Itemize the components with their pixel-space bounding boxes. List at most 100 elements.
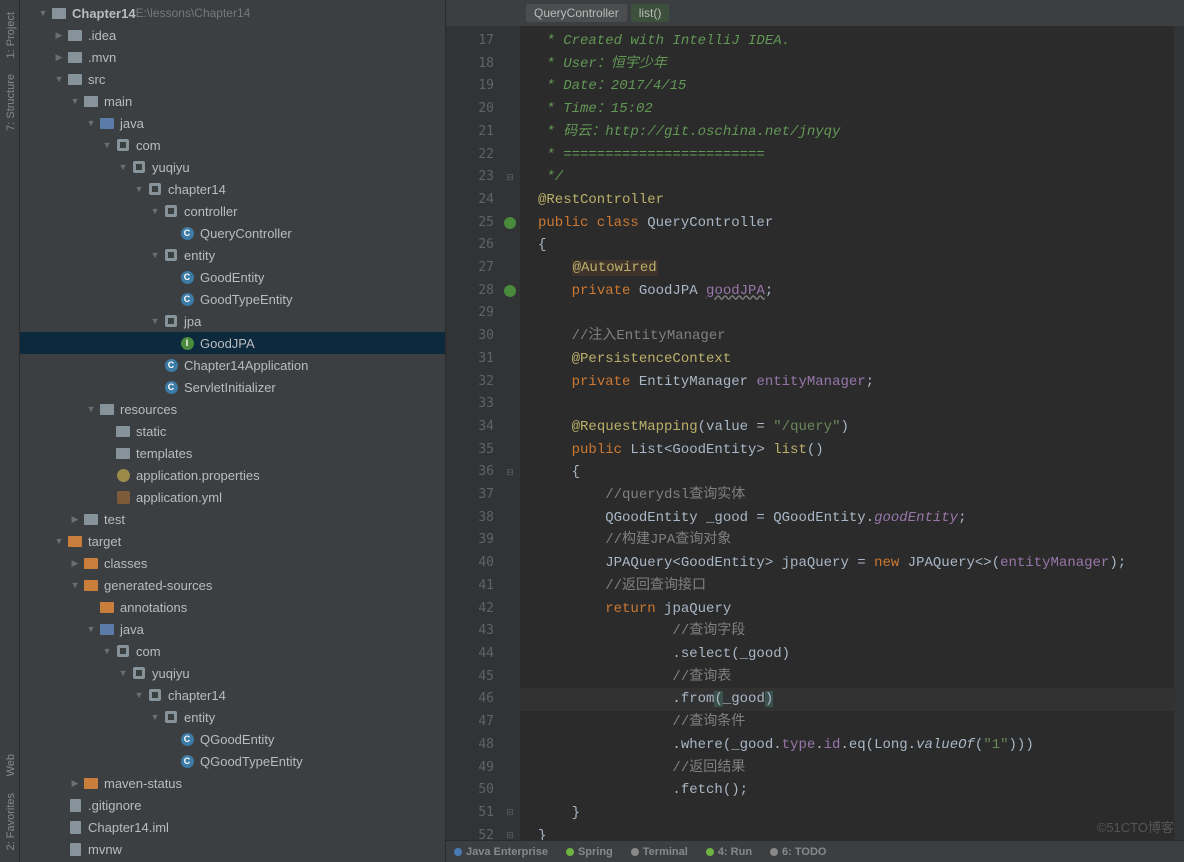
code-line[interactable]: QGoodEntity _good = QGoodEntity.goodEnti… [538, 507, 1174, 530]
expand-arrow-icon[interactable]: ▼ [100, 646, 114, 656]
code-line[interactable]: } [538, 802, 1174, 825]
tree-item[interactable]: CGoodTypeEntity [20, 288, 445, 310]
expand-arrow-icon[interactable]: ▶ [68, 778, 82, 789]
tree-item[interactable]: ▶.mvn [20, 46, 445, 68]
code-line[interactable]: * Time：15:02 [538, 98, 1174, 121]
expand-arrow-icon[interactable]: ▼ [36, 8, 50, 18]
code-line[interactable]: * 码云：http://git.oschina.net/jnyqy [538, 121, 1174, 144]
expand-arrow-icon[interactable]: ▼ [68, 96, 82, 106]
expand-arrow-icon[interactable]: ▼ [84, 118, 98, 128]
tree-item[interactable]: annotations [20, 596, 445, 618]
expand-arrow-icon[interactable]: ▼ [116, 668, 130, 678]
code-line[interactable]: //构建JPA查询对象 [538, 529, 1174, 552]
code-line[interactable]: //查询字段 [538, 620, 1174, 643]
gutter-marker-icon[interactable] [504, 217, 516, 229]
tree-item[interactable]: mvnw [20, 838, 445, 860]
tree-item[interactable]: ▼java [20, 112, 445, 134]
tab-run[interactable]: 4: Run [706, 846, 752, 858]
expand-arrow-icon[interactable]: ▼ [132, 184, 146, 194]
expand-arrow-icon[interactable]: ▼ [148, 712, 162, 722]
breadcrumb-method[interactable]: list() [631, 4, 670, 22]
tree-item[interactable]: ▼entity [20, 244, 445, 266]
tree-item[interactable]: ▼yuqiyu [20, 662, 445, 684]
tree-item[interactable]: application.yml [20, 486, 445, 508]
code-line[interactable]: * Date：2017/4/15 [538, 75, 1174, 98]
expand-arrow-icon[interactable]: ▼ [84, 404, 98, 414]
tab-spring[interactable]: Spring [566, 846, 613, 858]
code-line[interactable]: //返回结果 [538, 757, 1174, 780]
fold-icon[interactable]: ⊟ [506, 801, 514, 824]
code-line[interactable]: */ [538, 166, 1174, 189]
sidetab-structure[interactable]: 7: Structure [0, 66, 19, 139]
code-line[interactable]: * Created with IntelliJ IDEA. [538, 30, 1174, 53]
tree-item[interactable]: ▼main [20, 90, 445, 112]
tree-item[interactable]: CServletInitializer [20, 376, 445, 398]
code-line[interactable]: //querydsl查询实体 [538, 484, 1174, 507]
sidetab-favorites[interactable]: 2: Favorites [0, 785, 19, 858]
expand-arrow-icon[interactable]: ▼ [52, 536, 66, 546]
expand-arrow-icon[interactable]: ▼ [132, 690, 146, 700]
tree-item[interactable]: ▼chapter14 [20, 684, 445, 706]
fold-icon[interactable]: ⊟ [506, 461, 514, 484]
tree-item[interactable]: ▼target [20, 530, 445, 552]
code-line[interactable]: * ======================== [538, 144, 1174, 167]
tab-java-enterprise[interactable]: Java Enterprise [454, 846, 548, 858]
sidetab-project[interactable]: 1: Project [0, 4, 19, 66]
tree-item[interactable]: ▶test [20, 508, 445, 530]
code-line[interactable]: .fetch(); [538, 779, 1174, 802]
tree-item[interactable]: application.properties [20, 464, 445, 486]
code-line[interactable] [538, 393, 1174, 416]
expand-arrow-icon[interactable]: ▼ [84, 624, 98, 634]
code-line[interactable]: //返回查询接口 [538, 575, 1174, 598]
expand-arrow-icon[interactable]: ▼ [148, 316, 162, 326]
tree-item[interactable]: templates [20, 442, 445, 464]
expand-arrow-icon[interactable]: ▶ [52, 30, 66, 41]
tree-item[interactable]: ▼jpa [20, 310, 445, 332]
tree-item[interactable]: CQGoodTypeEntity [20, 750, 445, 772]
tree-item[interactable]: ▼Chapter14 E:\lessons\Chapter14 [20, 2, 445, 24]
code-line[interactable]: @Autowired [538, 257, 1174, 280]
code-line[interactable]: private EntityManager entityManager; [538, 371, 1174, 394]
expand-arrow-icon[interactable]: ▼ [116, 162, 130, 172]
tree-item[interactable]: CGoodEntity [20, 266, 445, 288]
tree-item[interactable]: CQGoodEntity [20, 728, 445, 750]
expand-arrow-icon[interactable]: ▼ [68, 580, 82, 590]
code-line[interactable]: //查询条件 [538, 711, 1174, 734]
tree-item[interactable]: CChapter14Application [20, 354, 445, 376]
expand-arrow-icon[interactable]: ▶ [68, 514, 82, 525]
code-line[interactable]: @RequestMapping(value = "/query") [538, 416, 1174, 439]
breadcrumb-class[interactable]: QueryController [526, 4, 627, 22]
code-line[interactable]: public List<GoodEntity> list() [538, 439, 1174, 462]
code-line[interactable]: .select(_good) [538, 643, 1174, 666]
tree-item[interactable]: ▼yuqiyu [20, 156, 445, 178]
code-line[interactable]: public class QueryController [538, 212, 1174, 235]
code-line[interactable]: @RestController [538, 189, 1174, 212]
code-line[interactable]: .from(_good) [520, 688, 1174, 711]
tree-item[interactable]: ▼generated-sources [20, 574, 445, 596]
gutter-marker-icon[interactable] [504, 285, 516, 297]
code-line[interactable]: JPAQuery<GoodEntity> jpaQuery = new JPAQ… [538, 552, 1174, 575]
tree-item[interactable]: ▶maven-status [20, 772, 445, 794]
scrollbar[interactable] [1174, 26, 1184, 862]
expand-arrow-icon[interactable]: ▼ [148, 250, 162, 260]
tree-item[interactable]: ▼chapter14 [20, 178, 445, 200]
sidetab-web[interactable]: Web [0, 746, 19, 784]
tree-item[interactable]: ▼controller [20, 200, 445, 222]
expand-arrow-icon[interactable]: ▶ [52, 52, 66, 63]
tree-item[interactable]: Chapter14.iml [20, 816, 445, 838]
expand-arrow-icon[interactable]: ▼ [52, 74, 66, 84]
tree-item[interactable]: ▼entity [20, 706, 445, 728]
expand-arrow-icon[interactable]: ▶ [68, 558, 82, 569]
tree-item[interactable]: ▼src [20, 68, 445, 90]
code-line[interactable]: @PersistenceContext [538, 348, 1174, 371]
code-line[interactable]: //查询表 [538, 666, 1174, 689]
code-line[interactable]: .where(_good.type.id.eq(Long.valueOf("1"… [538, 734, 1174, 757]
tree-item[interactable]: IGoodJPA [20, 332, 445, 354]
tree-item[interactable]: ▶classes [20, 552, 445, 574]
tree-item[interactable]: ▶.idea [20, 24, 445, 46]
tree-item[interactable]: ▼com [20, 134, 445, 156]
code-line[interactable]: return jpaQuery [538, 598, 1174, 621]
tree-item[interactable]: CQueryController [20, 222, 445, 244]
tree-item[interactable]: .gitignore [20, 794, 445, 816]
tree-item[interactable]: static [20, 420, 445, 442]
